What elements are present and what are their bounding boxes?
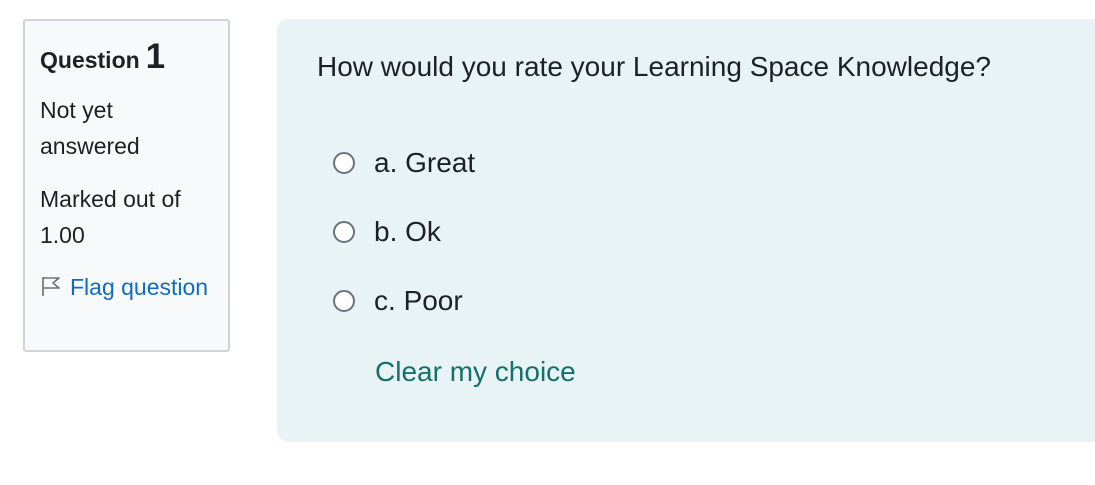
answer-label-a: Great	[405, 147, 476, 178]
flag-question-link[interactable]: Flag question	[40, 269, 213, 305]
radio-button-a[interactable]	[333, 152, 355, 174]
question-word: Question	[40, 47, 140, 73]
question-text: How would you rate your Learning Space K…	[317, 51, 991, 82]
answer-option-c[interactable]: c. Poor	[333, 283, 463, 319]
answer-prefix-c: c.	[374, 285, 396, 316]
question-heading: Question 1	[40, 39, 213, 74]
radio-button-c[interactable]	[333, 290, 355, 312]
answer-option-a[interactable]: a. Great	[333, 145, 475, 181]
answer-prefix-a: a.	[374, 147, 398, 178]
flag-icon	[40, 271, 62, 296]
question-number: 1	[145, 37, 166, 76]
answer-text-b: b. Ok	[374, 214, 441, 250]
answer-option-b[interactable]: b. Ok	[333, 214, 441, 250]
question-content: How would you rate your Learning Space K…	[277, 19, 1095, 442]
answer-text-a: a. Great	[374, 145, 475, 181]
answer-label-b: Ok	[405, 216, 441, 247]
answer-prefix-b: b.	[374, 216, 398, 247]
clear-choice-link[interactable]: Clear my choice	[375, 354, 576, 390]
question-state: Not yet answered	[40, 97, 140, 159]
answer-label-c: Poor	[403, 285, 463, 316]
answer-text-c: c. Poor	[374, 283, 463, 319]
flag-question-label: Flag question	[70, 274, 209, 300]
question-grade: Marked out of 1.00	[40, 186, 181, 248]
radio-button-b[interactable]	[333, 221, 355, 243]
question-info-panel: Question 1 Not yet answered Marked out o…	[23, 19, 230, 352]
